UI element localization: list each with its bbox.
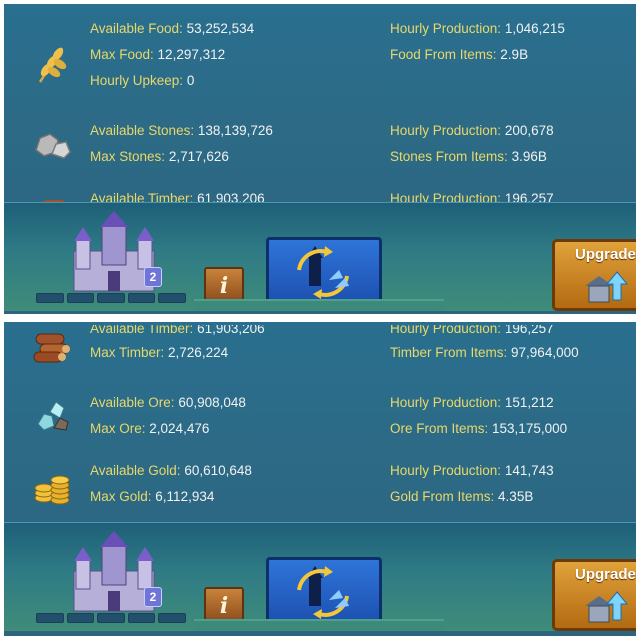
castle-level-badge: 2 bbox=[144, 587, 162, 607]
stat-timber-from-items: Timber From Items: 97,964,000 bbox=[390, 345, 579, 360]
castle-level-badge: 2 bbox=[144, 267, 162, 287]
resource-panel-top: Available Food: 53,252,534 Max Food: 12,… bbox=[4, 4, 636, 314]
resource-panel-bottom: Available Timber: 61,903,206 Max Timber:… bbox=[4, 322, 636, 636]
stat-max-gold: Max Gold: 6,112,934 bbox=[90, 489, 215, 504]
stat-available-food: Available Food: 53,252,534 bbox=[90, 21, 255, 36]
stat-available-ore: Available Ore: 60,908,048 bbox=[90, 395, 246, 410]
castle-action-bar: 2 i Upgrade bbox=[4, 202, 636, 311]
bar-ground bbox=[194, 299, 444, 311]
stat-ore-hourly-production: Hourly Production: 151,212 bbox=[390, 395, 554, 410]
stat-hourly-upkeep: Hourly Upkeep: 0 bbox=[90, 73, 195, 88]
stat-gold-from-items: Gold From Items: 4.35B bbox=[390, 489, 534, 504]
timber-icon bbox=[33, 333, 70, 363]
stone-icon bbox=[35, 133, 71, 159]
stat-max-food: Max Food: 12,297,312 bbox=[90, 47, 226, 62]
stat-available-gold: Available Gold: 60,610,648 bbox=[90, 463, 252, 478]
castle-action-bar: 2 i Upgrade bbox=[4, 522, 636, 631]
wheat-icon bbox=[38, 47, 67, 83]
stat-ore-from-items: Ore From Items: 153,175,000 bbox=[390, 421, 568, 436]
stat-food-hourly-production: Hourly Production: 1,046,215 bbox=[390, 21, 565, 36]
upgrade-button[interactable]: Upgrade bbox=[552, 559, 636, 631]
stat-stones-from-items: Stones From Items: 3.96B bbox=[390, 149, 547, 164]
stat-max-ore: Max Ore: 2,024,476 bbox=[90, 421, 210, 436]
stat-gold-hourly-production: Hourly Production: 141,743 bbox=[390, 463, 554, 478]
upgrade-arrow-icon bbox=[585, 591, 629, 623]
stat-available-timber: Available Timber: 61,903,206 bbox=[90, 322, 265, 336]
gold-icon bbox=[34, 475, 70, 505]
build-progress-bar bbox=[36, 613, 186, 623]
stat-available-stones: Available Stones: 138,139,726 bbox=[90, 123, 273, 138]
swap-castle-icon bbox=[297, 246, 349, 299]
stat-stones-hourly-production: Hourly Production: 200,678 bbox=[390, 123, 554, 138]
stat-max-timber: Max Timber: 2,726,224 bbox=[90, 345, 229, 360]
stat-timber-hourly-production: Hourly Production: 196,257 bbox=[390, 322, 554, 336]
swap-castle-icon bbox=[297, 566, 349, 619]
stat-max-stones: Max Stones: 2,717,626 bbox=[90, 149, 229, 164]
upgrade-label: Upgrade bbox=[575, 246, 636, 263]
upgrade-label: Upgrade bbox=[575, 566, 636, 583]
ore-icon bbox=[37, 401, 69, 431]
build-progress-bar bbox=[36, 293, 186, 303]
upgrade-arrow-icon bbox=[585, 271, 629, 303]
bar-ground bbox=[194, 619, 444, 631]
upgrade-button[interactable]: Upgrade bbox=[552, 239, 636, 311]
stat-food-from-items: Food From Items: 2.9B bbox=[390, 47, 529, 62]
